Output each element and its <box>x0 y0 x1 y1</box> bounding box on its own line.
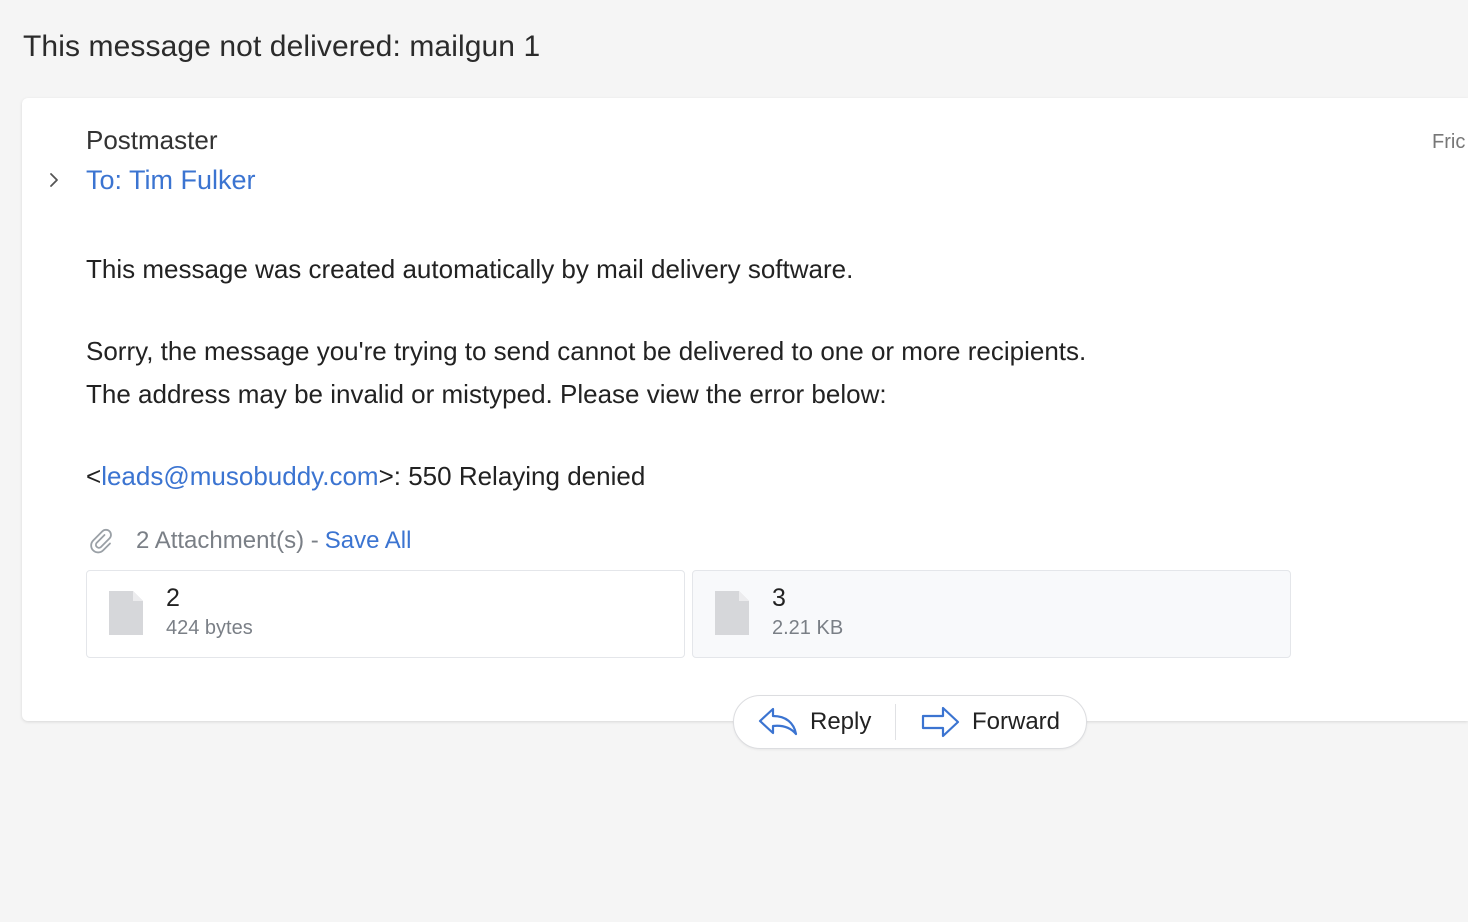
sender-name: Postmaster <box>86 125 218 155</box>
attachment-size: 2.21 KB <box>772 617 844 639</box>
body-line: The address may be invalid or mistyped. … <box>86 379 887 409</box>
forward-button[interactable]: Forward <box>896 696 1060 748</box>
message-body: This message was created automatically b… <box>86 248 1086 498</box>
reply-icon <box>758 707 798 736</box>
error-prefix: < <box>86 460 102 491</box>
reply-label: Reply <box>810 708 872 735</box>
error-suffix: >: 550 Relaying denied <box>378 460 646 491</box>
attachments-header: 2 Attachment(s) - Save All <box>86 524 411 558</box>
message-date: Fric <box>1432 131 1466 153</box>
attachment-name: 3 <box>772 584 786 612</box>
file-icon <box>109 591 143 635</box>
reply-button[interactable]: Reply <box>734 696 895 748</box>
message-card: Postmaster To: Tim Fulker Fric This mess… <box>22 98 1468 721</box>
email-link[interactable]: leads@musobuddy.com <box>101 461 378 491</box>
body-line: This message was created automatically b… <box>86 254 854 284</box>
chevron-right-icon[interactable] <box>48 172 60 188</box>
attachment-size: 424 bytes <box>166 617 253 639</box>
error-line: <leads@musobuddy.com>: 550 Relaying deni… <box>86 455 1086 499</box>
attachment-tile[interactable]: 3 2.21 KB <box>692 570 1291 658</box>
recipients-link[interactable]: To: Tim Fulker <box>86 165 256 196</box>
forward-icon <box>921 706 960 738</box>
body-line: Sorry, the message you're trying to send… <box>86 335 1087 366</box>
save-all-link[interactable]: Save All <box>325 527 412 555</box>
paperclip-icon <box>90 528 112 554</box>
attachment-name: 2 <box>166 584 180 612</box>
attachment-tile[interactable]: 2 424 bytes <box>86 570 685 658</box>
forward-label: Forward <box>972 708 1061 735</box>
message-actions: Reply Forward <box>733 695 1087 749</box>
attachments-count: 2 Attachment(s) - <box>136 527 319 554</box>
file-icon <box>715 591 749 635</box>
message-subject: This message not delivered: mailgun 1 <box>23 30 541 63</box>
